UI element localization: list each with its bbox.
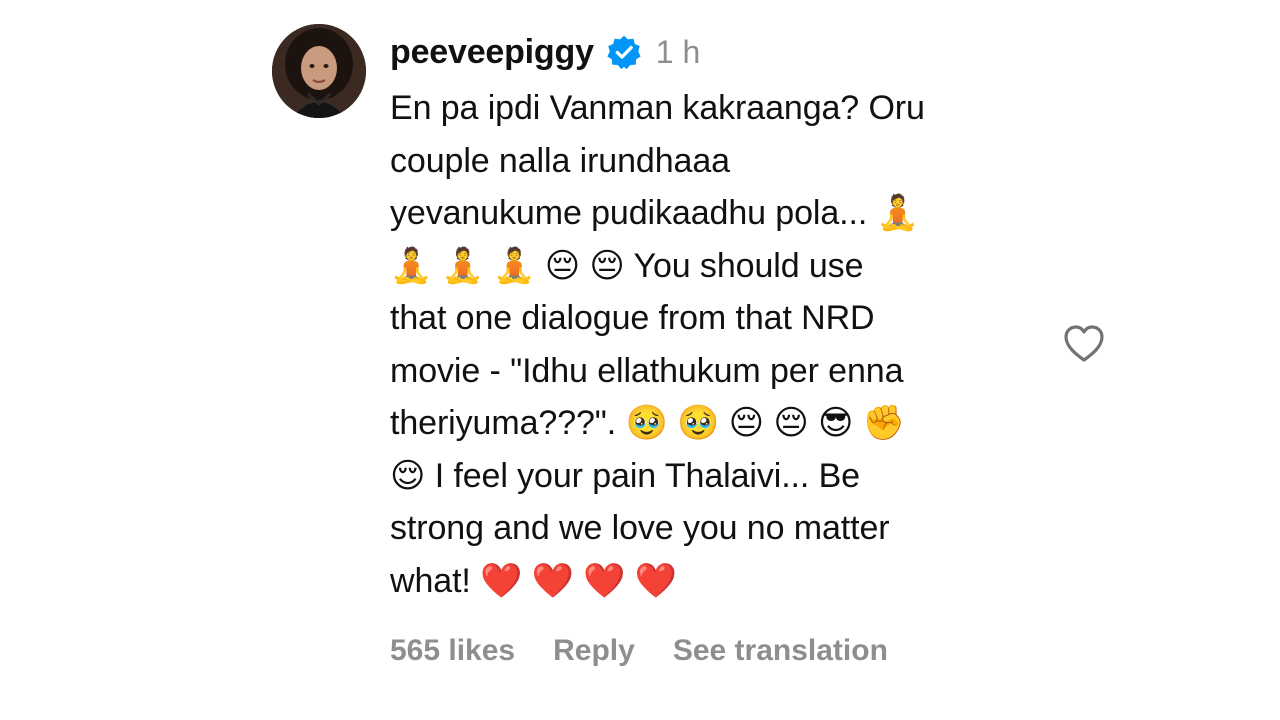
comment-text: En pa ipdi Vanman kakraanga? Oru couple … (390, 89, 925, 600)
reply-button[interactable]: Reply (553, 634, 635, 668)
username-link[interactable]: peeveepiggy (390, 33, 594, 72)
likes-count-button[interactable]: 565 likes (390, 634, 515, 668)
see-translation-button[interactable]: See translation (673, 634, 888, 668)
comment-timestamp[interactable]: 1 h (656, 34, 700, 71)
comment-body: peeveepiggy 1 h En pa ipdi Vanman kakraa… (390, 28, 1040, 607)
comment-actions: 565 likes Reply See translation (390, 634, 888, 668)
heart-outline-icon[interactable] (1060, 320, 1108, 368)
comment-header: peeveepiggy 1 h (390, 28, 1040, 76)
verified-badge-icon (606, 34, 642, 70)
avatar-image (272, 24, 366, 118)
avatar[interactable] (272, 24, 366, 118)
